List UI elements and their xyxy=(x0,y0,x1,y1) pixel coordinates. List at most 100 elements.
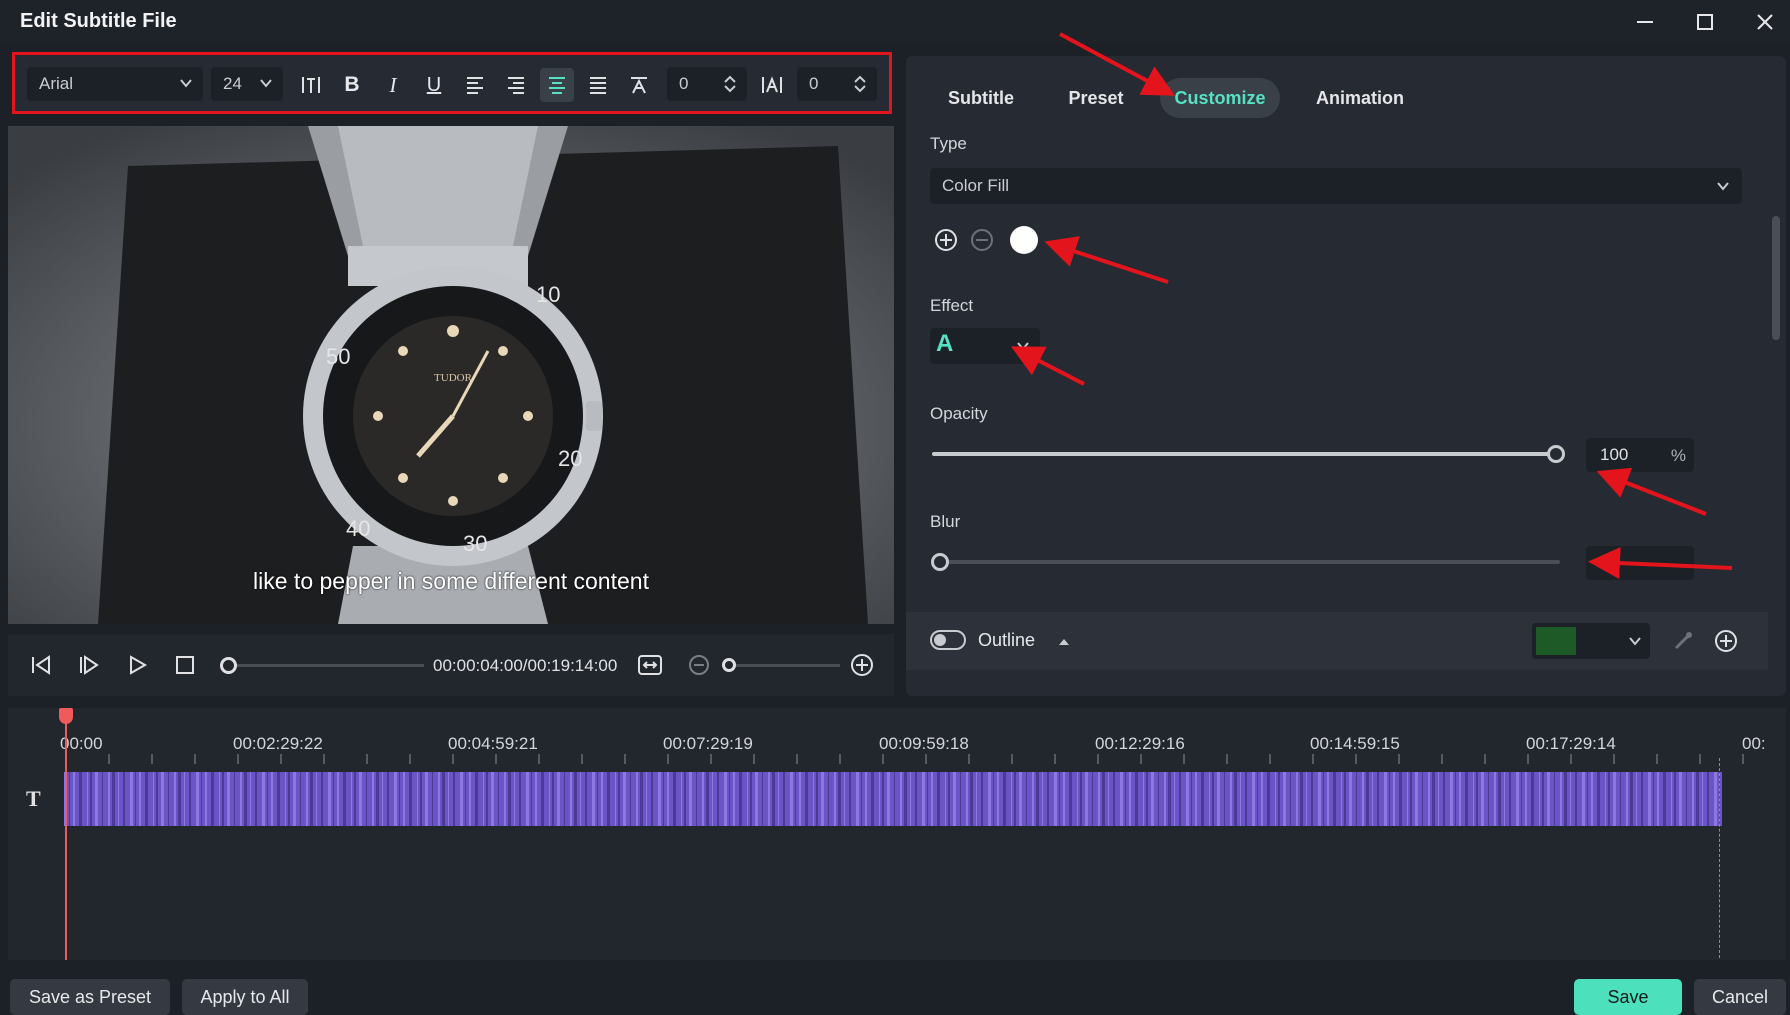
minimize-icon[interactable] xyxy=(1620,4,1670,40)
align-center-icon[interactable] xyxy=(540,68,574,102)
blur-label: Blur xyxy=(930,512,961,531)
chevron-down-icon xyxy=(259,75,273,95)
font-size-value: 24 xyxy=(223,74,242,93)
save-as-preset-button[interactable]: Save as Preset xyxy=(10,979,170,1015)
maximize-icon[interactable] xyxy=(1680,4,1730,40)
align-justify-icon[interactable] xyxy=(581,68,615,102)
fit-width-icon[interactable] xyxy=(633,648,667,682)
next-frame-icon[interactable] xyxy=(72,648,106,682)
apply-to-all-button[interactable]: Apply to All xyxy=(182,979,308,1015)
subtitle-clip-track[interactable] xyxy=(64,772,1722,826)
tick-label: 00:14:59:15 xyxy=(1310,734,1400,753)
outline-toggle[interactable] xyxy=(930,630,966,650)
player-controls: 00:00:04:00/00:19:14:00 xyxy=(8,634,894,696)
opacity-slider-track[interactable] xyxy=(932,452,1560,456)
tick-label: 00:02:29:22 xyxy=(233,734,323,753)
opacity-slider-knob[interactable] xyxy=(1547,445,1565,463)
text-baseline-icon[interactable] xyxy=(622,68,656,102)
underline-icon[interactable]: U xyxy=(417,68,451,102)
playhead-handle[interactable] xyxy=(59,708,73,724)
font-family-select[interactable]: Arial xyxy=(27,67,203,101)
timecode-display: 00:00:04:00/00:19:14:00 xyxy=(433,656,618,675)
kerning-icon[interactable] xyxy=(755,68,789,102)
chevron-down-icon xyxy=(1628,634,1642,653)
add-color-icon[interactable] xyxy=(934,228,958,257)
kerning-value: 0 xyxy=(809,74,819,93)
playback-progress-knob[interactable] xyxy=(220,657,237,674)
svg-text:10: 10 xyxy=(536,282,560,307)
svg-text:TUDOR: TUDOR xyxy=(434,372,473,384)
opacity-input[interactable]: 100 % xyxy=(1586,438,1694,472)
cancel-button[interactable]: Cancel xyxy=(1694,979,1786,1015)
outline-color-select[interactable] xyxy=(1532,623,1650,659)
zoom-slider-track[interactable] xyxy=(730,664,840,667)
kerning-stepper[interactable]: 0 xyxy=(797,67,877,101)
blur-slider-knob[interactable] xyxy=(931,553,949,571)
eyedropper-icon[interactable] xyxy=(1672,630,1694,657)
watch-image: TUDOR 10 20 30 40 50 xyxy=(8,126,894,624)
timeline-end-marker xyxy=(1719,758,1720,958)
tab-preset[interactable]: Preset xyxy=(1046,78,1146,118)
tick-label: 00:09:59:18 xyxy=(879,734,969,753)
font-family-value: Arial xyxy=(39,74,74,93)
opacity-value: 100 xyxy=(1600,445,1629,464)
svg-text:40: 40 xyxy=(346,516,370,541)
effect-select[interactable]: A xyxy=(930,328,1040,364)
video-preview: TUDOR 10 20 30 40 50 like to pepper in some… xyxy=(8,126,894,624)
effect-preview-glyph: A xyxy=(936,330,954,357)
type-label: Type xyxy=(930,134,967,153)
play-icon[interactable] xyxy=(120,648,154,682)
stepper-arrows-icon[interactable] xyxy=(723,75,737,98)
playhead[interactable] xyxy=(65,708,67,960)
subtitle-clip-segments xyxy=(64,772,1720,826)
blur-value: 0 xyxy=(1600,553,1610,572)
timeline: 00:00 00:02:29:22 00:04:59:21 00:07:29:1… xyxy=(8,708,1786,960)
line-spacing-value: 0 xyxy=(679,74,689,93)
stop-icon[interactable] xyxy=(168,648,202,682)
previous-frame-icon[interactable] xyxy=(24,648,58,682)
text-track-icon: T xyxy=(26,786,41,811)
playback-progress-track[interactable] xyxy=(228,664,424,667)
chevron-down-icon xyxy=(1016,339,1030,358)
remove-color-icon[interactable] xyxy=(970,228,994,257)
fill-color-swatch[interactable] xyxy=(1010,226,1038,254)
italic-icon[interactable]: I xyxy=(376,68,410,102)
effect-label: Effect xyxy=(930,296,974,315)
bottom-action-bar: Save as Preset Apply to All Save Cancel xyxy=(0,966,1790,1015)
blur-input[interactable]: 0 xyxy=(1586,546,1694,580)
tick-label: 00:12:29:16 xyxy=(1095,734,1185,753)
svg-text:30: 30 xyxy=(463,531,487,556)
align-left-icon[interactable] xyxy=(458,68,492,102)
align-right-icon[interactable] xyxy=(499,68,533,102)
add-outline-icon[interactable] xyxy=(1714,629,1738,658)
title-bar: Edit Subtitle File xyxy=(0,0,1790,44)
zoom-slider-knob[interactable] xyxy=(722,658,736,672)
bold-icon[interactable]: B xyxy=(335,68,369,102)
line-spacing-stepper[interactable]: 0 xyxy=(667,67,747,101)
tick-label: 00:17:29:14 xyxy=(1526,734,1616,753)
save-button[interactable]: Save xyxy=(1574,979,1682,1015)
panel-scrollbar[interactable] xyxy=(1772,216,1780,340)
zoom-out-icon[interactable] xyxy=(682,648,716,682)
tab-animation[interactable]: Animation xyxy=(1290,78,1430,118)
zoom-in-icon[interactable] xyxy=(845,648,879,682)
tick-label: 00:04:59:21 xyxy=(448,734,538,753)
collapse-up-icon[interactable] xyxy=(1058,634,1070,652)
svg-text:50: 50 xyxy=(326,344,350,369)
outline-color-swatch xyxy=(1536,627,1576,655)
stepper-arrows-icon[interactable] xyxy=(853,75,867,98)
tab-subtitle[interactable]: Subtitle xyxy=(926,78,1036,118)
outline-label: Outline xyxy=(978,630,1036,650)
tick-label: 00:07:29:19 xyxy=(663,734,753,753)
tick-label: 00: xyxy=(1742,734,1766,753)
close-icon[interactable] xyxy=(1740,4,1790,40)
subtitle-settings-panel: Subtitle Preset Customize Animation Type… xyxy=(906,56,1786,696)
chevron-down-icon xyxy=(1716,178,1730,198)
outline-section: Outline xyxy=(906,612,1768,670)
font-size-select[interactable]: 24 xyxy=(211,67,283,101)
blur-slider-track[interactable] xyxy=(932,560,1560,564)
tab-customize[interactable]: Customize xyxy=(1160,78,1280,118)
type-select[interactable]: Color Fill xyxy=(930,168,1742,204)
text-spacing-icon[interactable] xyxy=(294,68,328,102)
chevron-down-icon xyxy=(179,75,193,95)
